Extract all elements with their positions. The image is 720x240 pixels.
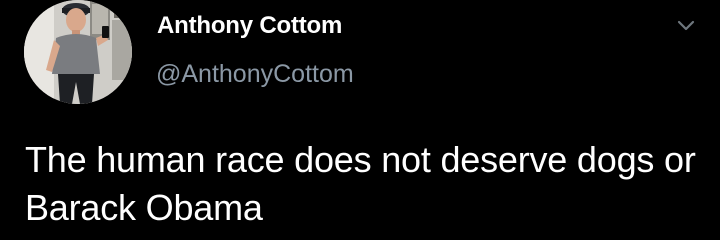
author-display-name[interactable]: Anthony Cottom [157, 12, 342, 40]
avatar[interactable] [24, 0, 132, 104]
tweet-text: The human race does not deserve dogs or … [25, 139, 696, 228]
tweet-card: Anthony Cottom @AnthonyCottom The human … [0, 0, 720, 240]
profile-photo [24, 0, 132, 104]
chevron-down-icon[interactable] [674, 14, 698, 38]
author-handle[interactable]: @AnthonyCottom [156, 60, 354, 89]
